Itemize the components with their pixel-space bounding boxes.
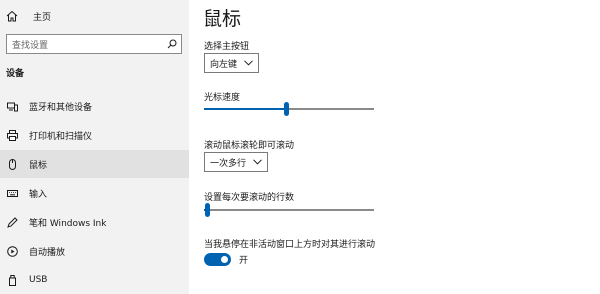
sidebar-item-label: 打印机和扫描仪: [29, 131, 93, 142]
chevron-down-icon: [244, 60, 253, 66]
sidebar-item-typing[interactable]: 输入: [0, 179, 189, 207]
usb-icon: [9, 274, 16, 286]
sidebar-item-printers[interactable]: 打印机和扫描仪: [0, 121, 189, 149]
wheel-scroll-value: 一次多行: [210, 158, 247, 169]
keyboard-icon: [7, 189, 18, 197]
page-title: 鼠标: [203, 8, 242, 30]
home-label: 主页: [33, 12, 52, 23]
sidebar: 主页 查找设置 设备 蓝牙和其他设备 打印机和扫描仪 鼠标 输入 笔和 Wind…: [0, 0, 189, 294]
sidebar-item-usb[interactable]: USB: [0, 266, 189, 294]
toggle-state-label: 开: [239, 256, 249, 266]
primary-button-label: 选择主按钮: [204, 42, 250, 52]
inactive-scroll-label: 当我悬停在非活动窗口上方时对其进行滚动: [204, 240, 376, 250]
search-input[interactable]: 查找设置: [6, 34, 182, 54]
chevron-down-icon: [253, 159, 262, 165]
sidebar-item-label: 自动播放: [29, 247, 66, 258]
cursor-speed-slider[interactable]: [204, 102, 374, 116]
sidebar-item-bluetooth[interactable]: 蓝牙和其他设备: [0, 92, 189, 120]
sidebar-item-label: 笔和 Windows Ink: [29, 218, 107, 229]
slider-thumb[interactable]: [284, 102, 289, 116]
autoplay-icon: [7, 245, 18, 257]
bluetooth-devices-icon: [7, 102, 18, 111]
search-placeholder: 查找设置: [12, 40, 49, 51]
sidebar-item-label: USB: [29, 275, 48, 285]
slider-fill: [204, 108, 286, 110]
printer-icon: [7, 129, 18, 141]
home-icon: [6, 10, 18, 22]
pen-icon: [7, 216, 18, 228]
sidebar-item-label: 输入: [29, 189, 48, 200]
sidebar-item-mouse[interactable]: 鼠标: [0, 150, 189, 178]
inactive-scroll-toggle-row: 开: [204, 253, 248, 266]
sidebar-item-pen[interactable]: 笔和 Windows Ink: [0, 208, 189, 236]
inactive-scroll-toggle[interactable]: [204, 253, 231, 266]
wheel-scroll-dropdown[interactable]: 一次多行: [204, 152, 269, 172]
section-title: 设备: [6, 69, 25, 79]
slider-thumb[interactable]: [205, 203, 210, 217]
main-content: 鼠标 选择主按钮 向左键 光标速度 滚动鼠标滚轮即可滚动 一次多行 设置每次要滚…: [189, 0, 600, 294]
lines-per-scroll-slider[interactable]: [204, 203, 374, 217]
sidebar-item-label: 蓝牙和其他设备: [29, 102, 93, 113]
search-icon[interactable]: [167, 39, 177, 49]
home-link[interactable]: 主页: [6, 8, 51, 24]
lines-per-scroll-label: 设置每次要滚动的行数: [204, 193, 295, 203]
primary-button-dropdown[interactable]: 向左键: [204, 53, 260, 73]
sidebar-item-label: 鼠标: [29, 160, 48, 171]
wheel-scroll-label: 滚动鼠标滚轮即可滚动: [204, 141, 295, 151]
sidebar-item-autoplay[interactable]: 自动播放: [0, 237, 189, 265]
toggle-knob: [221, 256, 228, 263]
slider-track: [204, 209, 374, 211]
mouse-icon: [9, 158, 16, 170]
primary-button-value: 向左键: [210, 59, 238, 70]
